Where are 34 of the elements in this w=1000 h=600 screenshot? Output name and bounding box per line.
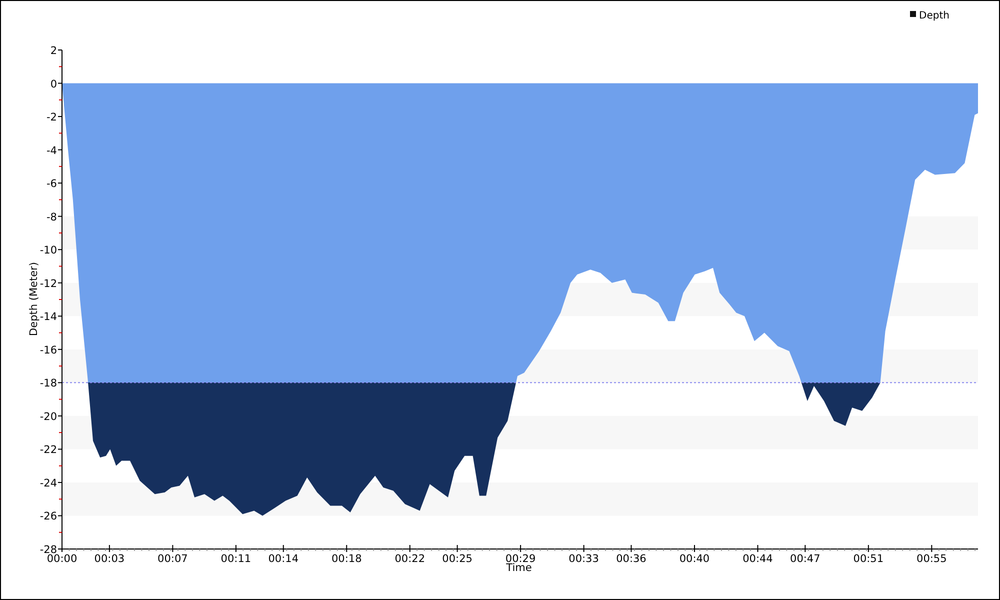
x-tick-label: 00:00	[46, 553, 78, 565]
y-tick-label: -2	[46, 112, 57, 124]
y-tick-label: -16	[40, 344, 57, 356]
y-tick-label: -6	[46, 178, 57, 190]
y-tick-label: -18	[40, 378, 57, 390]
x-tick-label: 00:44	[742, 553, 773, 565]
y-tick-label: -22	[40, 444, 57, 456]
y-tick-label: -12	[40, 278, 57, 290]
x-tick-label: 00:11	[220, 553, 252, 565]
x-tick-label: 00:14	[268, 553, 298, 565]
x-tick-label: 00:07	[158, 553, 188, 565]
y-tick-label: 0	[50, 78, 57, 90]
y-tick-label: -4	[46, 144, 57, 157]
x-tick-label: 00:47	[790, 553, 820, 565]
y-tick-label: -24	[40, 477, 57, 490]
x-tick-label: 00:22	[394, 553, 425, 565]
legend-label: Depth	[919, 10, 950, 22]
x-tick-label: 00:51	[853, 553, 884, 565]
y-tick-label: -14	[40, 311, 57, 324]
x-axis-title: Time	[506, 562, 532, 574]
y-tick-label: 2	[50, 45, 57, 57]
x-tick-label: 00:03	[94, 553, 125, 565]
y-tick-label: -10	[40, 244, 57, 257]
y-axis-title: Depth (Meter)	[28, 262, 40, 336]
x-tick-label: 00:25	[442, 553, 472, 565]
x-tick-label: 00:18	[331, 553, 362, 565]
x-tick-label: 00:33	[568, 553, 599, 565]
y-tick-label: -8	[46, 211, 57, 224]
legend-swatch	[910, 11, 916, 17]
y-tick-label: -26	[40, 510, 57, 523]
x-tick-label: 00:40	[679, 553, 710, 565]
x-tick-label: 00:55	[916, 553, 947, 565]
x-tick-label: 00:36	[616, 553, 646, 565]
y-tick-label: -20	[40, 410, 57, 423]
